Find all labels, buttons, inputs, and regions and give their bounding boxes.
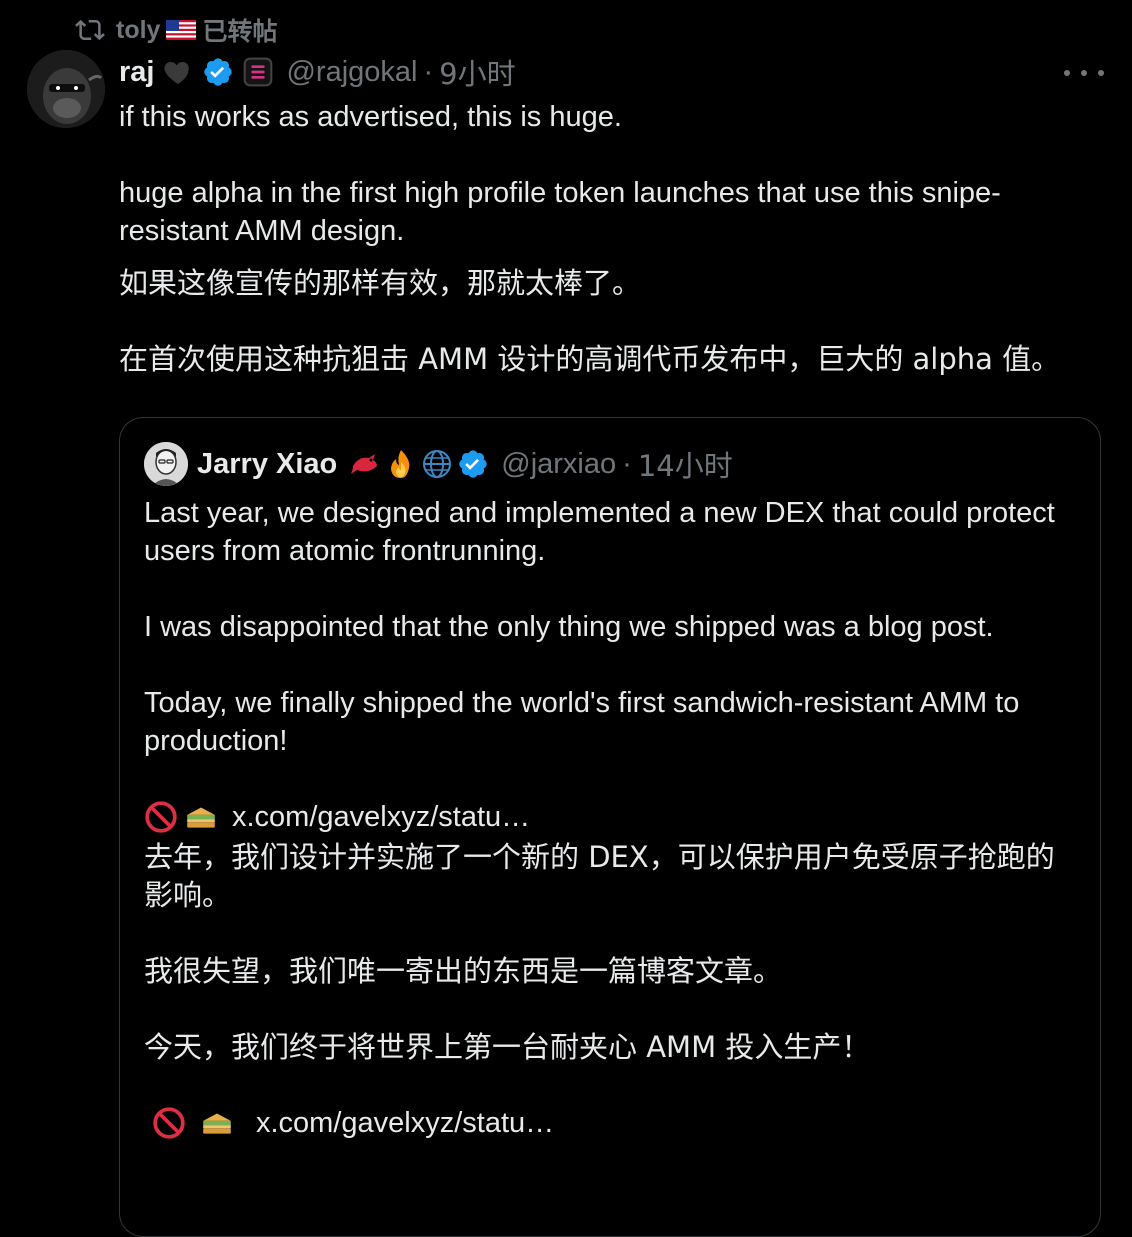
repost-label: 已转帖	[202, 17, 278, 46]
quote-link-row-cn: x.com/gavelxyz/statu…	[144, 1104, 1076, 1142]
verified-badge-icon[interactable]	[457, 448, 489, 480]
person-avatar-image	[144, 442, 188, 486]
quote-link-1[interactable]: x.com/gavelxyz/statu…	[232, 801, 530, 834]
sandwich-emoji-icon	[203, 1113, 231, 1134]
black-heart-icon	[165, 62, 190, 84]
post-time[interactable]: 9小时	[439, 51, 515, 93]
more-options-button[interactable]	[1064, 58, 1104, 88]
quote-text-en: Last year, we designed and implemented a…	[144, 497, 1055, 757]
globe-emoji-icon	[423, 450, 452, 478]
repost-indicator[interactable]: toly 已转帖	[72, 10, 277, 50]
quote-time[interactable]: 14小时	[638, 443, 733, 485]
separator-dot: ·	[622, 447, 632, 480]
quote-link-row: x.com/gavelxyz/statu…	[144, 798, 1076, 836]
post-text-en: if this works as advertised, this is hug…	[119, 101, 1001, 247]
bird-emoji-icon	[351, 454, 378, 474]
post-text-cn: 如果这像宣传的那样有效，那就太棒了。 在首次使用这种抗狙击 AMM 设计的高调代…	[119, 266, 1061, 376]
verified-badge-icon[interactable]	[202, 56, 234, 88]
author-handle[interactable]: @rajgokal	[286, 56, 417, 89]
repost-user[interactable]: toly	[116, 16, 160, 45]
avatar[interactable]	[27, 50, 105, 128]
separator-dot: ·	[423, 55, 434, 88]
quote-header: Jarry Xiao @jarxiao · 14小时	[144, 442, 733, 486]
quoted-post[interactable]: Jarry Xiao @jarxiao · 14小时 Last year, we…	[119, 417, 1101, 1237]
no-entry-emoji-icon	[145, 801, 177, 833]
quote-body: Last year, we designed and implemented a…	[144, 494, 1076, 1142]
repost-icon	[75, 19, 105, 41]
quote-author-handle[interactable]: @jarxiao	[501, 448, 616, 481]
ape-avatar-image	[27, 50, 105, 128]
fire-emoji-icon	[391, 450, 410, 478]
us-flag-icon	[166, 20, 197, 40]
app-badge-icon[interactable]	[242, 56, 274, 88]
author-name[interactable]: raj	[119, 56, 154, 89]
sandwich-emoji-icon	[187, 807, 215, 828]
post: raj @rajgokal · 9小时 if this works as adv…	[119, 50, 1104, 378]
quote-link-2[interactable]: x.com/gavelxyz/statu…	[256, 1107, 554, 1140]
more-icon	[1064, 70, 1070, 76]
quote-text-cn: 去年，我们设计并实施了一个新的 DEX，可以保护用户免受原子抢跑的影响。 我很失…	[144, 840, 1055, 1064]
quote-avatar[interactable]	[144, 442, 188, 486]
quote-author-name[interactable]: Jarry Xiao	[197, 448, 337, 481]
no-entry-emoji-icon	[153, 1107, 185, 1139]
post-header: raj @rajgokal · 9小时	[119, 50, 1104, 94]
